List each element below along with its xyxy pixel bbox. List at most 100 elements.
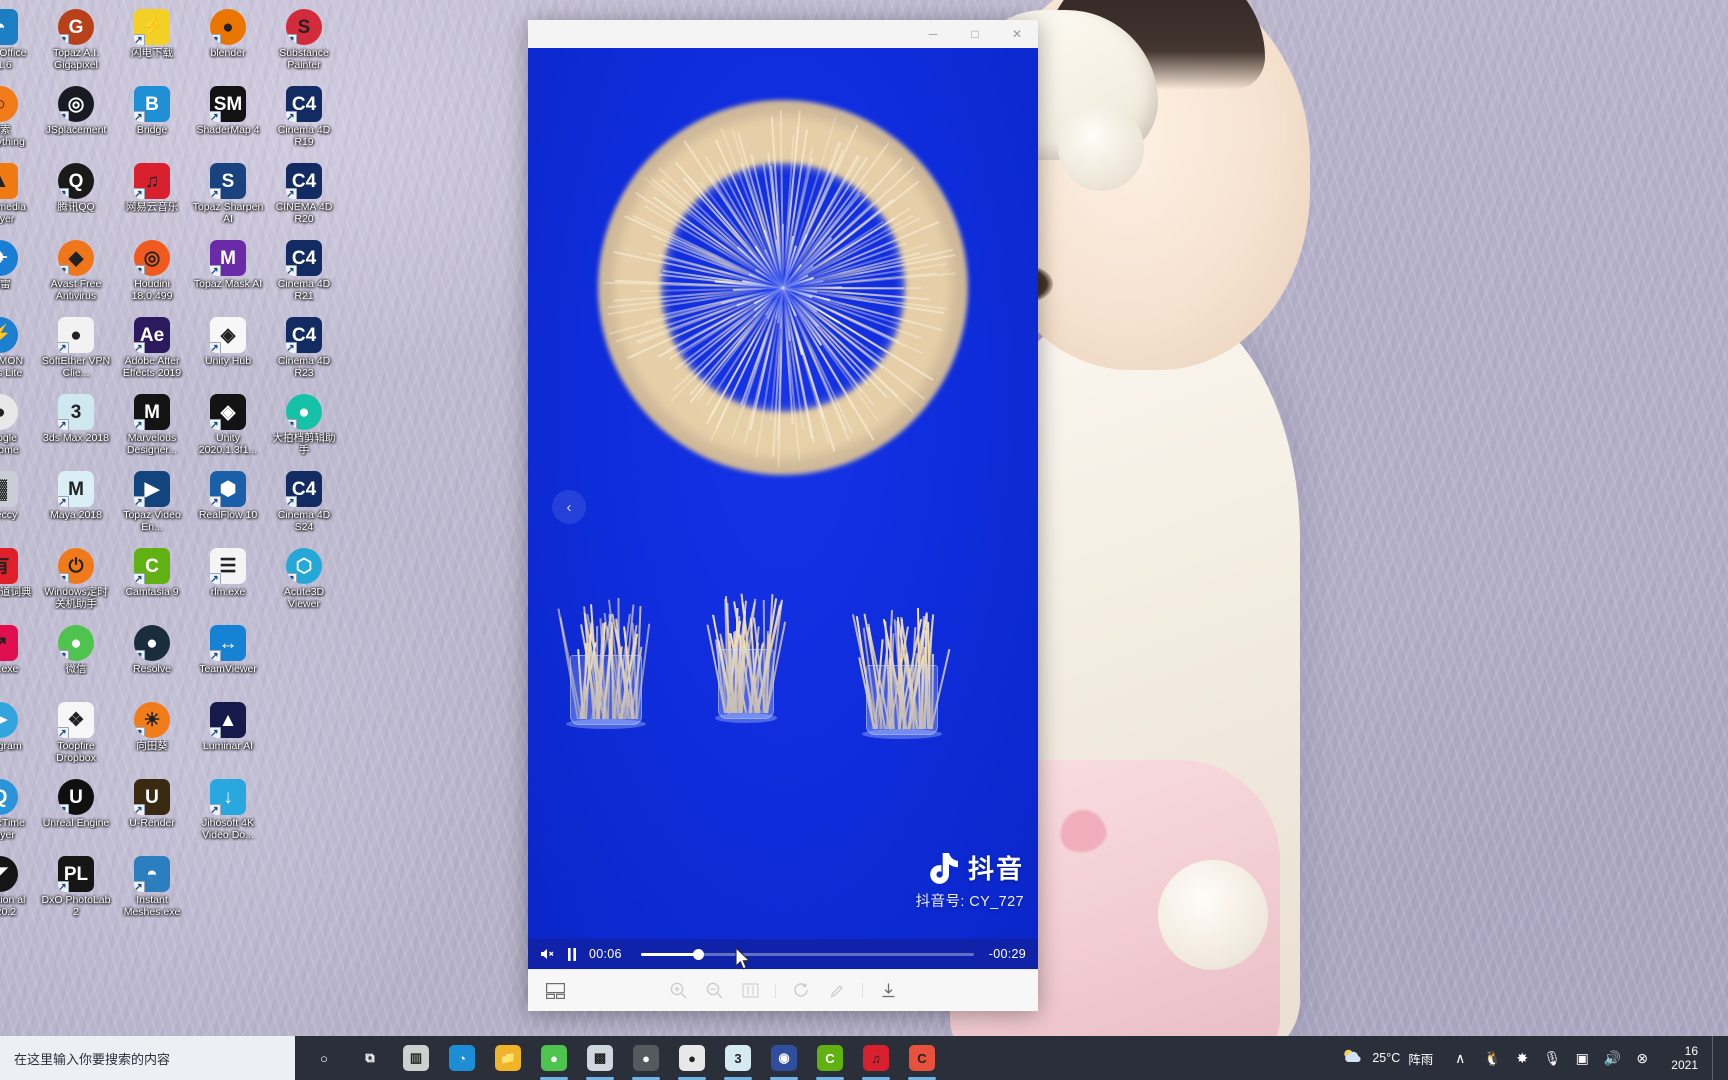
desktop-icon[interactable]: MMarvelous Designer... xyxy=(114,391,190,468)
network-settings-tray[interactable]: ✸ xyxy=(1507,1036,1537,1080)
download-icon[interactable] xyxy=(877,980,899,1002)
file-explorer-taskbar[interactable]: 📁 xyxy=(485,1036,531,1080)
desktop-icon[interactable]: ↔ TeamViewer xyxy=(190,622,266,699)
desktop-icon[interactable]: U Unreal Engine xyxy=(38,776,114,853)
desktop-icon[interactable]: GTopaz A.I. Gigapixel xyxy=(38,6,114,83)
desktop-icon[interactable]: ◎Houdini 18.0.499 xyxy=(114,237,190,314)
desktop-icon[interactable]: ● Resolve xyxy=(114,622,190,699)
3ds-max-taskbar[interactable]: 3 xyxy=(715,1036,761,1080)
desktop-icon[interactable]: ⬡Acute3D Viewer xyxy=(266,545,342,622)
minimize-button[interactable]: ─ xyxy=(912,20,954,48)
desktop-icon[interactable]: ♫ 网易云音乐 xyxy=(114,160,190,237)
taskbar-search-input[interactable]: 在这里输入你要搜索的内容 xyxy=(0,1036,295,1080)
weather-widget[interactable]: 25°C 阵雨 xyxy=(1332,1048,1443,1069)
camtasia-editor-taskbar[interactable]: C xyxy=(899,1036,945,1080)
game-taskbar[interactable]: ● xyxy=(623,1036,669,1080)
file-shredder-taskbar[interactable]: ▥ xyxy=(393,1036,439,1080)
desktop-icon[interactable]: ⚡ 闪电下载 xyxy=(114,6,190,83)
desktop-icon[interactable]: ◆Avast Free Antivirus xyxy=(38,237,114,314)
edit-pen-icon[interactable] xyxy=(826,980,848,1002)
microsoft-edge-taskbar[interactable]: ◔ xyxy=(439,1036,485,1080)
previous-media-button[interactable]: ‹ xyxy=(552,490,586,524)
davinci-resolve-icon: ● xyxy=(134,625,170,661)
desktop-icon-label: wrg.exe xyxy=(0,663,38,675)
photo-viewer-taskbar[interactable]: ▩ xyxy=(577,1036,623,1080)
desktop-icon[interactable]: ➤ Telegram xyxy=(0,699,38,776)
desktop-icon[interactable]: ↗ wrg.exe xyxy=(0,622,38,699)
desktop-icon-label: blender xyxy=(190,47,266,59)
zoom-out-icon[interactable] xyxy=(703,980,725,1002)
desktop-icon[interactable]: ◔OpenOffice 4.1.6 xyxy=(0,6,38,83)
desktop-icon[interactable]: C4CINEMA 4D R20 xyxy=(266,160,342,237)
display-tray[interactable]: ▣ xyxy=(1567,1036,1597,1080)
desktop-icon[interactable]: ◤inmotion al 2020.2 xyxy=(0,853,38,930)
desktop-icon[interactable]: STopaz Sharpen AI xyxy=(190,160,266,237)
desktop-icon[interactable]: ☀ 向田葵 xyxy=(114,699,190,776)
netease-music-taskbar[interactable]: ♫ xyxy=(853,1036,899,1080)
desktop-icon[interactable]: ☰ rlm.exe xyxy=(190,545,266,622)
onedrive-error-tray[interactable]: ⊗ xyxy=(1627,1036,1657,1080)
task-view-button[interactable]: ⧉ xyxy=(347,1036,393,1080)
mute-icon[interactable] xyxy=(540,947,555,961)
tencent-qq-tray[interactable]: 🐧 xyxy=(1477,1036,1507,1080)
wechat-taskbar[interactable]: ● xyxy=(531,1036,577,1080)
desktop-icon[interactable]: C4Cinema 4D R19 xyxy=(266,83,342,160)
desktop-icon[interactable]: ◓Instant Meshes.exe xyxy=(114,853,190,930)
show-desktop-button[interactable] xyxy=(1712,1036,1720,1080)
desktop-icon[interactable]: ◈ Unity Hub xyxy=(190,314,266,391)
video-canvas[interactable]: ‹ 抖音 抖音号: CY_727 00:06 -00:29 xyxy=(528,48,1038,969)
desktop-icon[interactable]: ⏻Windows定时关机助手 xyxy=(38,545,114,622)
maximize-button[interactable]: □ xyxy=(954,20,996,48)
desktop-icon[interactable]: C4Cinema 4D S24 xyxy=(266,468,342,545)
desktop-icon[interactable]: C Camtasia 9 xyxy=(114,545,190,622)
desktop-icon[interactable]: 3 3ds Max 2018 xyxy=(38,391,114,468)
desktop-icon[interactable]: SM ShaderMap 4 xyxy=(190,83,266,160)
desktop-icon[interactable]: Q 腾讯QQ xyxy=(38,160,114,237)
desktop-icon[interactable]: PLDxO PhotoLab 2 xyxy=(38,853,114,930)
desktop-icon[interactable]: ↓Jihosoft 4K Video Do... xyxy=(190,776,266,853)
close-button[interactable]: ✕ xyxy=(996,20,1038,48)
desktop-icon[interactable]: 有网易有道词典 xyxy=(0,545,38,622)
fit-to-window-icon[interactable] xyxy=(739,980,761,1002)
volume-tray[interactable]: 🔊 xyxy=(1597,1036,1627,1080)
zoom-in-icon[interactable] xyxy=(667,980,689,1002)
desktop-icon[interactable]: ◈Unity 2020.1.3f1... xyxy=(190,391,266,468)
desktop-icon[interactable]: B Bridge xyxy=(114,83,190,160)
desktop-icon[interactable]: ❖Toopfire Dropbox xyxy=(38,699,114,776)
taskbar-clock[interactable]: 16 2021 xyxy=(1659,1044,1710,1072)
desktop-icon[interactable]: ◎ JSplacement xyxy=(38,83,114,160)
desktop-icon[interactable]: AeAdobe After Effects 2019 xyxy=(114,314,190,391)
desktop-icon[interactable]: ⚡DAEMON Tools Lite xyxy=(0,314,38,391)
rotate-icon[interactable] xyxy=(790,980,812,1002)
google-chrome-taskbar[interactable]: ● xyxy=(669,1036,715,1080)
tray-expand-chevron-icon[interactable]: ∧ xyxy=(1445,1036,1475,1080)
desktop-icon[interactable]: SSubstance Painter xyxy=(266,6,342,83)
desktop-icon[interactable]: ⬢ RealFlow 10 xyxy=(190,468,266,545)
desktop-icon[interactable]: M Topaz Mask AI xyxy=(190,237,266,314)
desktop-icon[interactable]: ● Google Chrome xyxy=(0,391,38,468)
desktop-icon-label: U-Render xyxy=(114,817,190,829)
desktop-icon[interactable]: ○搜索 Everything xyxy=(0,83,38,160)
desktop-icon[interactable]: QQuickTime Player xyxy=(0,776,38,853)
desktop-icon[interactable]: ▓ Speccy xyxy=(0,468,38,545)
desktop-icon[interactable]: ● 微信 xyxy=(38,622,114,699)
cortana-button[interactable]: ○ xyxy=(301,1036,347,1080)
desktop-icon[interactable]: C4Cinema 4D R21 xyxy=(266,237,342,314)
desktop-icon[interactable]: ▲ Luminar AI xyxy=(190,699,266,776)
desktop-icon-label: Topaz Sharpen AI xyxy=(190,201,266,225)
gallery-view-icon[interactable] xyxy=(544,980,566,1002)
desktop-icon[interactable]: U U-Render xyxy=(114,776,190,853)
desktop-icon[interactable]: ▲VLC media player xyxy=(0,160,38,237)
desktop-icon[interactable]: ● blender xyxy=(190,6,266,83)
desktop-icon[interactable]: ✈ 迅雷 xyxy=(0,237,38,314)
cinema4d-taskbar[interactable]: ◉ xyxy=(761,1036,807,1080)
desktop-icon[interactable]: M Maya 2018 xyxy=(38,468,114,545)
camtasia-taskbar[interactable]: C xyxy=(807,1036,853,1080)
desktop-icon[interactable]: C4Cinema 4D R23 xyxy=(266,314,342,391)
seek-slider[interactable] xyxy=(641,947,974,961)
microphone-tray[interactable]: 🎙 xyxy=(1537,1036,1567,1080)
desktop-icon[interactable]: ●大拍档剪辑助手 xyxy=(266,391,342,468)
pause-button[interactable] xyxy=(567,948,577,961)
desktop-icon[interactable]: ●SoftEther VPN Clie... xyxy=(38,314,114,391)
desktop-icon[interactable]: ▶Topaz Video En... xyxy=(114,468,190,545)
